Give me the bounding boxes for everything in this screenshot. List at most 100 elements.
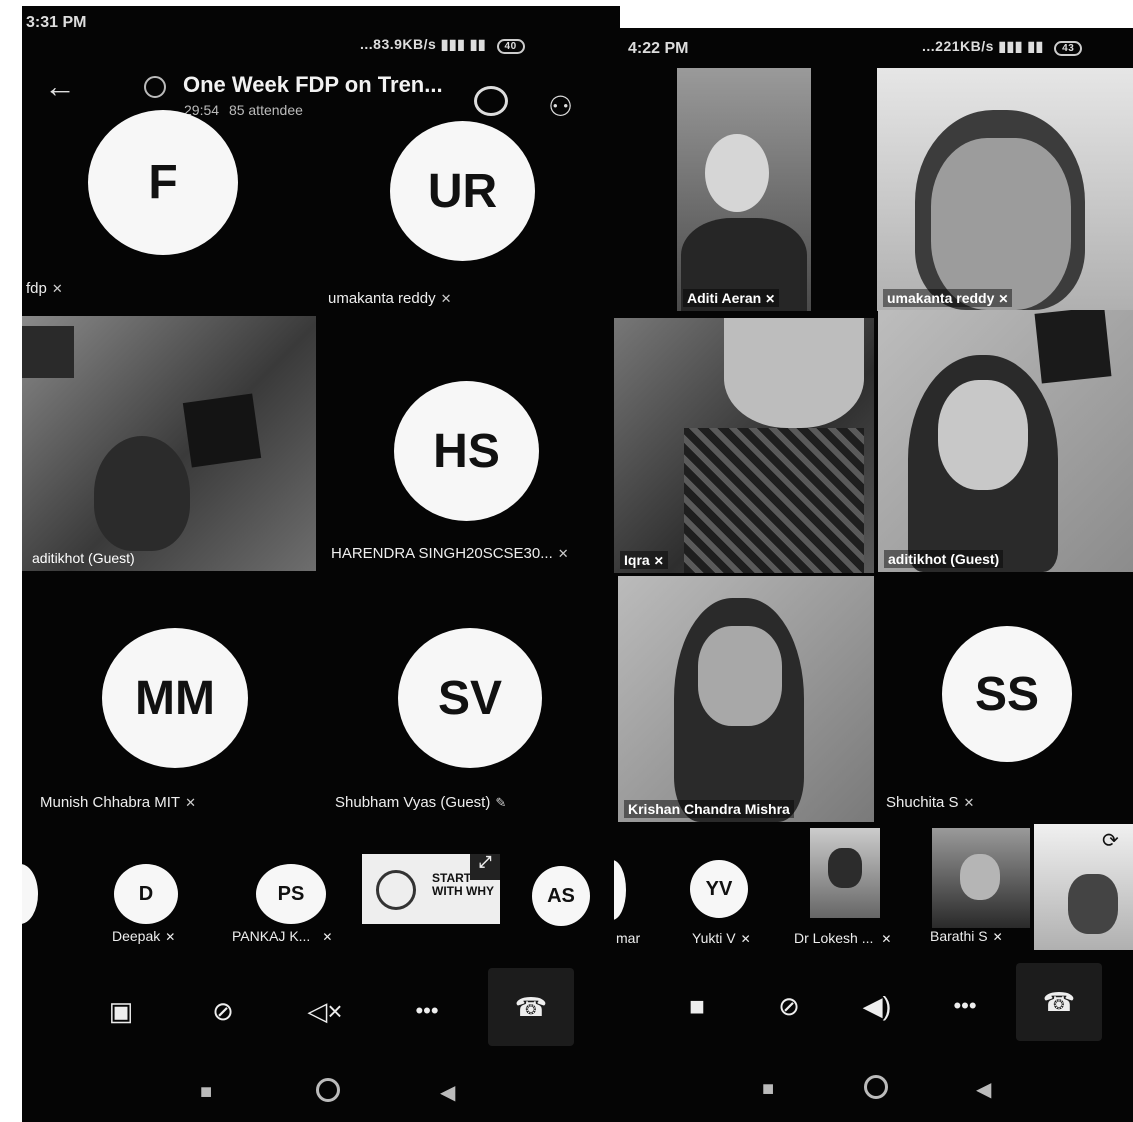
shared-screen-thumbnail[interactable]: START WITH WHY ⤢ [362,854,500,924]
participant-name-pankaj: PANKAJ K... ✕ [232,928,332,944]
avatar-partial[interactable] [614,860,626,920]
participant-name: Aditi Aeran [687,290,762,306]
avatar-initials: HS [433,424,500,478]
person-face [828,848,862,888]
person-face [938,380,1028,490]
mic-off-icon: ✕ [557,546,569,561]
speaker-off-icon: ◁× [307,995,343,1026]
avatar-as[interactable]: AS [532,866,590,926]
avatar-ps[interactable]: PS [256,864,326,924]
mic-off-icon: ⊘ [212,995,234,1026]
participant-name: PANKAJ K... [232,928,311,944]
bookshelf-object [22,326,74,378]
participant-name-partial: mar [616,930,641,946]
more-options-button[interactable]: ••• [402,991,452,1031]
video-tile-krishan[interactable]: Krishan Chandra Mishra [618,576,874,822]
avatar-initials: F [148,156,178,209]
video-tile-aditi-aeran[interactable]: Aditi Aeran ✕ [677,68,811,311]
signal-icon: ▮▮▮ ▮▮ [998,38,1044,54]
home-icon[interactable] [316,1078,340,1102]
avatar-initials: AS [547,884,575,907]
back-arrow-icon[interactable]: ← [44,68,76,105]
avatar-ur: UR [390,121,535,261]
hat-object [182,393,262,468]
people-icon[interactable]: ⚇ [548,90,573,123]
mic-off-icon: ✕ [765,292,776,306]
video-label: Aditi Aeran ✕ [683,289,780,307]
participant-name-fdp: fdp ✕ [26,280,63,297]
participant-name-deepak: Deepak ✕ [112,928,175,944]
signal-icon: ▮▮▮ ▮▮ [440,36,487,52]
video-tile-aditikhot[interactable]: aditikhot (Guest) [22,316,316,571]
participant-name: Munish Chhabra MIT [40,794,181,811]
participant-name: umakanta reddy [887,290,995,306]
battery-icon: 43 [1054,41,1083,56]
leave-call-button[interactable]: ☎ [1016,963,1102,1041]
participant-name: Shuchita S [886,794,959,811]
avatar-initials: YV [705,877,733,900]
hat-object [1034,310,1112,384]
video-label: aditikhot (Guest) [32,550,135,566]
battery-level: 43 [1062,43,1075,54]
mic-off-icon: ✕ [998,292,1009,306]
person-face [960,854,1000,900]
back-icon[interactable]: ◀ [976,1077,991,1102]
leave-call-button[interactable]: ☎ [488,968,574,1046]
avatar-mm: MM [102,628,248,768]
video-tile-iqra[interactable]: Iqra ✕ [614,318,874,573]
more-icon: ••• [953,993,977,1018]
more-icon: ••• [415,998,439,1023]
camera-button[interactable]: ■ [672,986,722,1026]
avatar-yv[interactable]: YV [690,860,748,918]
camera-icon: ■ [689,990,705,1021]
speaker-button[interactable]: ◀) [852,986,902,1026]
speaker-icon: ◀) [862,990,892,1021]
hang-up-icon: ☎ [514,991,548,1022]
mute-button[interactable]: ⊘ [764,986,814,1026]
meeting-title[interactable]: One Week FDP on Tren... [183,72,443,98]
avatar-d[interactable]: D [114,864,178,924]
avatar-partial[interactable] [22,864,38,924]
home-icon[interactable] [864,1075,888,1099]
self-view-thumbnail[interactable]: ⟳ [1034,824,1133,950]
participant-name: Iqra [624,552,650,568]
person-face [931,138,1071,310]
expand-icon[interactable]: ⤢ [470,854,500,880]
thumbnail-dr-lokesh[interactable] [810,828,880,918]
participant-name: umakanta reddy [328,290,436,307]
speaker-off-button[interactable]: ◁× [300,991,350,1031]
right-phone-screen: 4:22 PM ...221KB/s ▮▮▮ ▮▮ 43 Aditi Aeran… [614,28,1133,1122]
mic-off-icon: ✕ [440,291,452,306]
mic-off-icon: ✕ [51,281,63,296]
status-bar-right: ...83.9KB/s ▮▮▮ ▮▮ 40 [360,36,525,54]
recent-apps-icon[interactable]: ■ [762,1078,774,1101]
avatar-initials: D [138,882,154,905]
camera-off-button[interactable]: ▣ [96,991,146,1031]
back-icon[interactable]: ◀ [440,1080,455,1105]
participant-name: Dr Lokesh ... [794,930,874,946]
recent-apps-icon[interactable]: ■ [200,1081,212,1104]
video-label: aditikhot (Guest) [884,550,1004,568]
status-bar-right: ...221KB/s ▮▮▮ ▮▮ 43 [922,38,1083,56]
participant-name: HARENDRA SINGH20SCSE30... [331,545,553,562]
person-face [698,626,782,726]
person-face [705,134,769,212]
participant-name: Shubham Vyas (Guest) [335,794,491,811]
mute-button[interactable]: ⊘ [198,991,248,1031]
status-time: 3:31 PM [26,14,87,31]
status-time: 4:22 PM [628,40,689,57]
mic-off-icon: ✕ [740,932,751,946]
video-label: Krishan Chandra Mishra [624,800,794,818]
video-tile-aditikhot[interactable]: aditikhot (Guest) [878,310,1133,572]
more-options-button[interactable]: ••• [940,986,990,1026]
chat-icon[interactable] [474,86,508,116]
attendee-count: 85 attendee [228,102,303,118]
participant-name-umakanta: umakanta reddy ✕ [328,290,451,307]
switch-camera-icon[interactable]: ⟳ [1102,828,1119,853]
thumbnail-barathi[interactable] [932,828,1030,928]
participant-name-yukti: Yukti V ✕ [692,930,751,946]
participant-name: Barathi S [930,928,988,944]
video-tile-umakanta[interactable]: umakanta reddy ✕ [877,68,1133,311]
video-label: umakanta reddy ✕ [883,289,1013,307]
mic-off-icon: ✕ [992,930,1003,944]
